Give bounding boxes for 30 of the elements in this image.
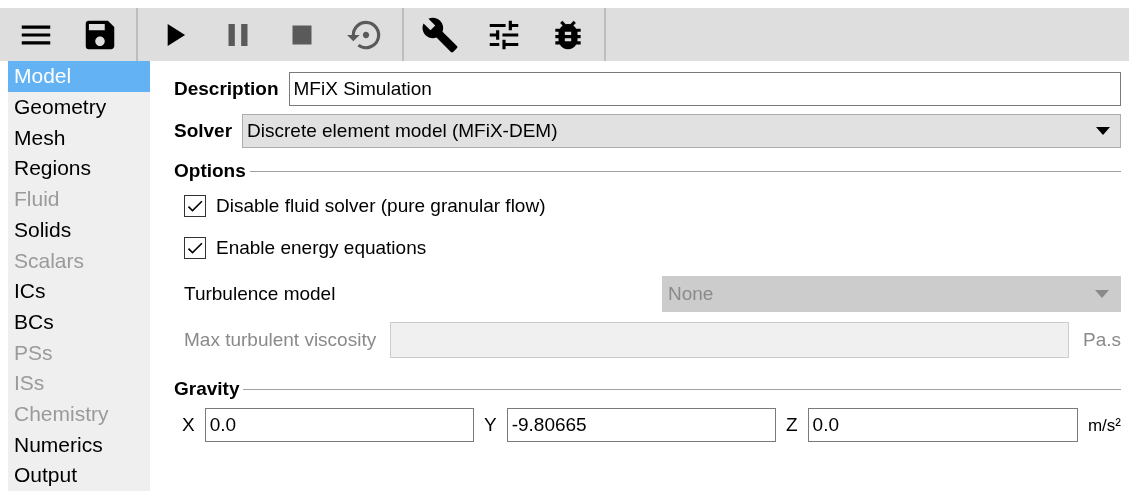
- checkbox[interactable]: [184, 195, 206, 218]
- sidebar-item[interactable]: BCs: [8, 306, 150, 338]
- gravity-field[interactable]: 0.0: [204, 408, 474, 443]
- description-field[interactable]: MFiX Simulation: [288, 72, 1121, 107]
- axis-label: Y: [484, 413, 497, 438]
- turbulence-model-label: Turbulence model: [184, 282, 337, 307]
- unit-label: Pa.s: [1082, 328, 1121, 353]
- axis-label: X: [182, 413, 195, 438]
- sidebar-item[interactable]: Geometry: [8, 92, 150, 123]
- solver-dropdown[interactable]: Discrete element model (MFiX-DEM): [242, 114, 1121, 149]
- max-viscosity-label: Max turbulent viscosity: [184, 328, 377, 353]
- sidebar-item[interactable]: Solids: [8, 214, 150, 246]
- sidebar-item[interactable]: Mesh: [8, 122, 150, 154]
- section-title: Gravity: [174, 377, 240, 402]
- axis-label: Z: [785, 413, 798, 438]
- checkbox-label: Disable fluid solver (pure granular flow): [216, 194, 546, 219]
- gravity-field[interactable]: 0.0: [807, 408, 1078, 443]
- section-title: Options: [174, 159, 246, 184]
- sidebar-item[interactable]: Output: [8, 460, 150, 491]
- sidebar-item[interactable]: Numerics: [8, 429, 150, 461]
- description-label: Description: [174, 77, 279, 102]
- checkbox[interactable]: [184, 237, 206, 260]
- sidebar-item[interactable]: Regions: [8, 153, 150, 185]
- unit-label: m/s²: [1087, 414, 1121, 437]
- gravity-field[interactable]: -9.80665: [506, 408, 776, 443]
- solver-label: Solver: [174, 119, 233, 144]
- checkbox-label: Enable energy equations: [216, 236, 427, 261]
- dropdown-arrow-icon: [1096, 127, 1110, 136]
- dropdown-arrow-icon: [1095, 290, 1109, 299]
- sidebar-item[interactable]: ICs: [8, 276, 150, 307]
